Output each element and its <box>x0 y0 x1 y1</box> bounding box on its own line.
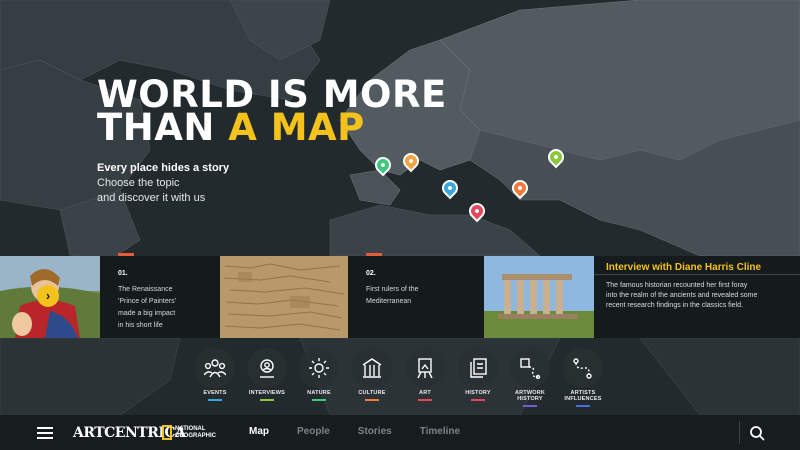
world-map[interactable] <box>0 0 800 415</box>
bar-divider <box>739 421 740 444</box>
interview-card[interactable]: Interview with Diane Harris Cline The fa… <box>594 256 800 338</box>
path-icon <box>563 348 603 388</box>
partner-line1: NATIONAL <box>175 425 206 432</box>
topic-art-label: ART <box>419 390 431 396</box>
topic-culture[interactable]: CULTURE <box>350 348 394 401</box>
temple-image <box>484 256 594 338</box>
topic-artists-influences-line2: INFLUENCES <box>564 396 602 402</box>
interview-line1: The famous historian recounted her first… <box>606 282 748 289</box>
main-nav: Map People Stories Timeline <box>249 426 488 437</box>
hero-title: WORLD IS MORE THAN A MAP <box>97 76 457 146</box>
interview-title: Interview with Diane Harris Cline <box>606 262 762 273</box>
topic-artwork-history-label: ARTWORK HISTORY <box>508 390 552 402</box>
easel-icon <box>405 348 445 388</box>
topic-events-label: EVENTS <box>203 390 227 396</box>
interview-line3: recent research findings in the classics… <box>606 302 743 309</box>
interview-line2: into the realm of the ancients and revea… <box>606 292 758 299</box>
bottom-navigation-bar: ARTCENTRICA NATIONAL GEOGRAPHIC Map Peop… <box>0 415 800 450</box>
search-icon[interactable] <box>749 425 765 441</box>
hero-title-prefix: THAN <box>97 106 215 149</box>
partner-line2: GEOGRAPHIC <box>175 432 217 439</box>
hero-desc-line2: and discover it with us <box>97 192 206 204</box>
topic-culture-label: CULTURE <box>358 390 386 396</box>
artwork-path-icon <box>510 348 550 388</box>
interview-text: The famous historian recounted her first… <box>606 281 790 311</box>
hero-title-accent: A MAP <box>228 106 365 149</box>
story-strip: › 01. The Renaissance 'Prince of Painter… <box>0 253 800 338</box>
play-button[interactable]: › <box>37 285 59 307</box>
topic-history-label: HISTORY <box>465 390 491 396</box>
story-card-image-renaissance[interactable]: › <box>0 256 100 338</box>
topic-artists-influences[interactable]: ARTISTS INFLUENCES <box>561 348 605 407</box>
topic-artwork-history-bar <box>523 405 537 407</box>
interview-divider <box>594 274 800 275</box>
hero-subtitle: Every place hides a story <box>97 162 230 174</box>
topic-interviews[interactable]: INTERVIEWS <box>245 348 289 401</box>
topic-culture-bar <box>365 399 379 401</box>
card-01-tick <box>118 253 134 256</box>
nav-item-map[interactable]: Map <box>249 426 269 437</box>
sun-icon <box>299 348 339 388</box>
tablet-image <box>220 256 348 338</box>
topic-nature-bar <box>312 399 326 401</box>
story-card-image-temple[interactable] <box>484 256 594 338</box>
topic-nature-label: NATURE <box>307 390 331 396</box>
topic-artwork-history-line2: HISTORY <box>517 396 543 402</box>
interview-icon <box>247 348 287 388</box>
partner-logo[interactable]: NATIONAL GEOGRAPHIC <box>162 424 216 441</box>
hero-desc-line1: Choose the topic <box>97 177 180 189</box>
card-02-line1: First rulers of the <box>366 286 419 293</box>
topic-events-bar <box>208 399 222 401</box>
card-01-line3: made a big impact <box>118 310 176 317</box>
story-card-image-tablet[interactable] <box>220 256 348 338</box>
card-02-line2: Mediterranean <box>366 298 412 305</box>
national-geographic-frame-icon <box>162 425 172 440</box>
card-01-line2: 'Prince of Painters' <box>118 298 176 305</box>
topic-history-bar <box>471 399 485 401</box>
people-icon <box>195 348 235 388</box>
topic-interviews-bar <box>260 399 274 401</box>
topic-interviews-label: INTERVIEWS <box>248 390 286 396</box>
map-landmass <box>0 0 800 415</box>
story-card-01[interactable]: 01. The Renaissance 'Prince of Painters'… <box>100 253 220 338</box>
nav-item-people[interactable]: People <box>297 426 330 437</box>
card-01-line4: in his short life <box>118 322 163 329</box>
topic-artwork-history[interactable]: ARTWORK HISTORY <box>508 348 552 407</box>
card-02-number: 02. <box>366 270 376 277</box>
card-02-tick <box>366 253 382 256</box>
topic-art-bar <box>418 399 432 401</box>
story-card-02[interactable]: 02. First rulers of the Mediterranean <box>348 253 484 338</box>
topic-artists-influences-label: ARTISTS INFLUENCES <box>561 390 605 402</box>
topic-artists-influences-bar <box>576 405 590 407</box>
topic-art[interactable]: ART <box>403 348 447 401</box>
building-icon <box>352 348 392 388</box>
topic-history[interactable]: HISTORY <box>456 348 500 401</box>
topic-nature[interactable]: NATURE <box>297 348 341 401</box>
scroll-icon <box>458 348 498 388</box>
nav-item-timeline[interactable]: Timeline <box>420 426 460 437</box>
hamburger-menu-icon[interactable] <box>37 427 53 439</box>
topic-events[interactable]: EVENTS <box>193 348 237 401</box>
hero: WORLD IS MORE THAN A MAP Every place hid… <box>97 76 457 206</box>
hero-description: Choose the topic and discover it with us <box>97 176 457 206</box>
card-01-number: 01. <box>118 270 128 277</box>
card-01-line1: The Renaissance <box>118 286 173 293</box>
partner-logo-text: NATIONAL GEOGRAPHIC <box>175 426 216 440</box>
nav-item-stories[interactable]: Stories <box>358 426 392 437</box>
